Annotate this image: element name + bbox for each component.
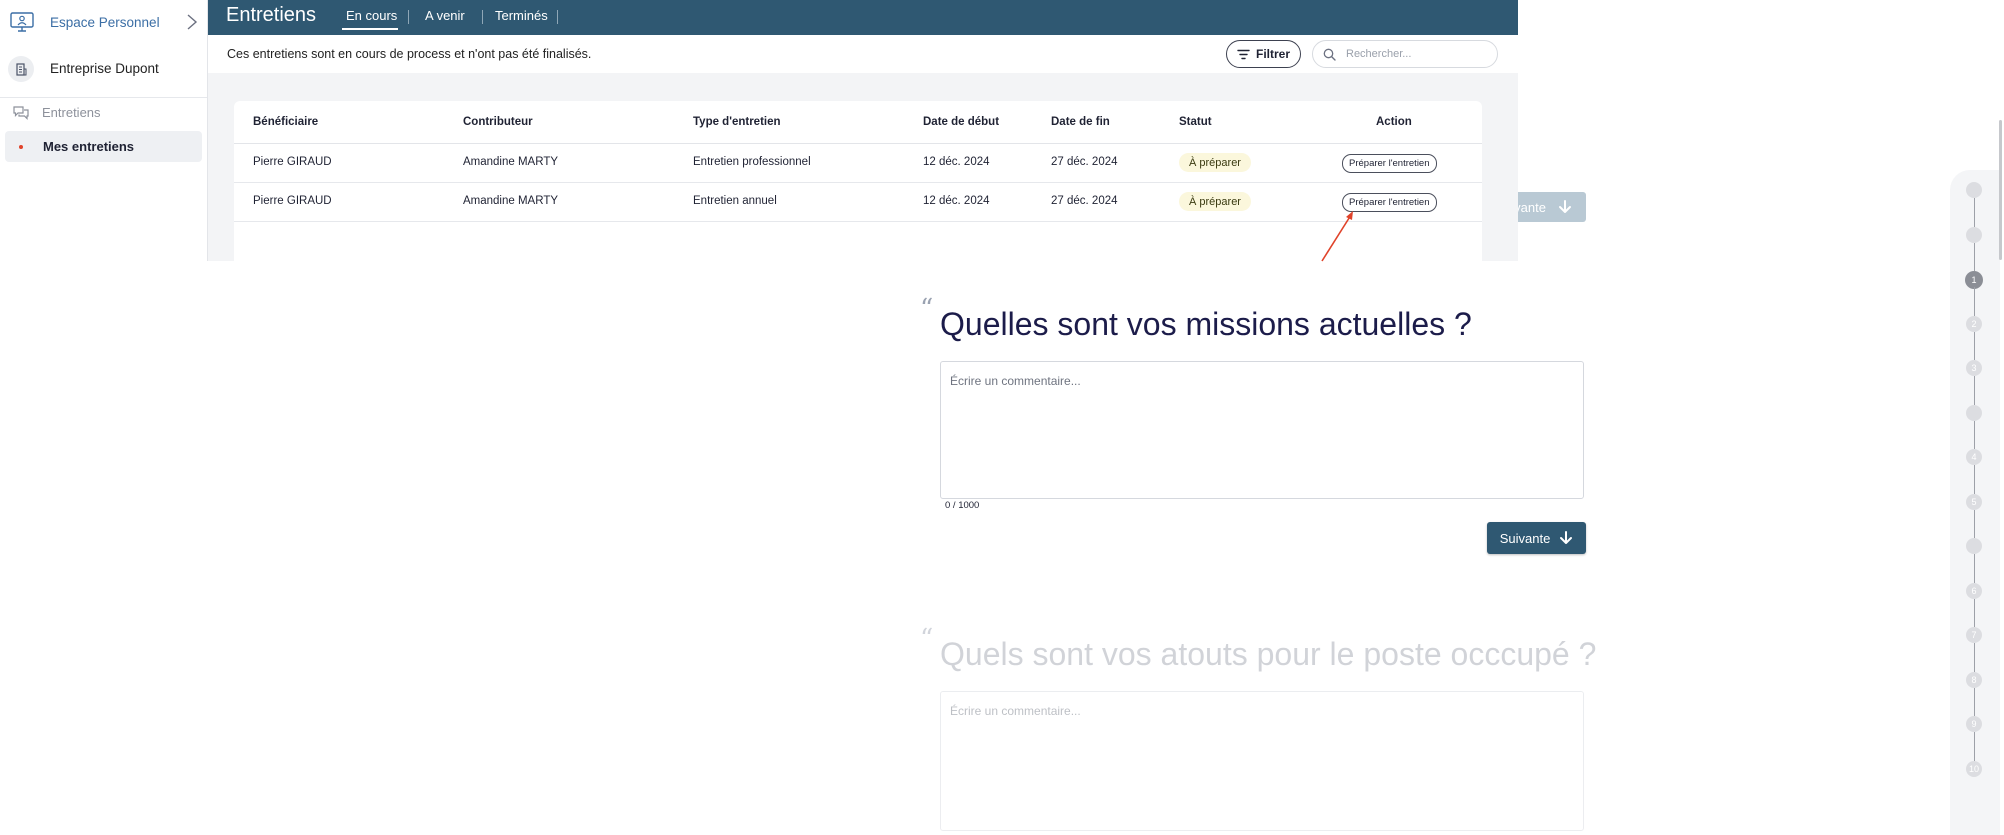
filter-icon <box>1237 49 1250 59</box>
cell-contributor: Amandine MARTY <box>463 195 559 207</box>
search-box[interactable] <box>1312 40 1498 68</box>
quote-icon: “ <box>920 294 934 324</box>
tab-a-venir[interactable]: A venir <box>425 8 465 23</box>
stepper-connector <box>1973 287 1975 316</box>
annotation-arrow-icon <box>1321 211 1353 262</box>
stepper-step[interactable]: 2 <box>1966 315 1982 332</box>
tab-separator <box>557 10 558 24</box>
stepper-connector <box>1973 643 1975 672</box>
stepper-step[interactable]: 7 <box>1966 627 1982 643</box>
tab-separator <box>408 10 409 24</box>
stepper-step[interactable] <box>1966 226 1982 243</box>
next-button-label: Suivante <box>1499 530 1551 546</box>
page-description: Ces entretiens sont en cours de process … <box>227 47 592 61</box>
stepper-connector <box>1973 687 1975 716</box>
table-row[interactable]: Pierre GIRAUD Amandine MARTY Entretien a… <box>234 183 1482 222</box>
active-tab-indicator <box>342 28 398 30</box>
column-header: Date de fin <box>1051 116 1110 128</box>
status-badge: À préparer <box>1179 192 1251 211</box>
cell-start-date: 12 déc. 2024 <box>923 156 990 168</box>
chat-bubbles-icon <box>13 106 29 120</box>
sidebar-item-label: Entretiens <box>42 105 101 120</box>
cell-end-date: 27 déc. 2024 <box>1051 156 1118 168</box>
active-dot <box>19 145 23 149</box>
stepper-step[interactable]: 4 <box>1966 449 1982 465</box>
stepper-connector <box>1973 598 1975 627</box>
column-header: Action <box>1376 116 1412 128</box>
stepper-connector <box>1973 242 1975 271</box>
stepper-step[interactable] <box>1966 404 1982 421</box>
cell-beneficiary: Pierre GIRAUD <box>253 156 332 168</box>
sidebar-item-label: Espace Personnel <box>50 15 160 30</box>
column-header: Bénéficiaire <box>253 116 319 128</box>
stepper-step[interactable]: 10 <box>1966 760 1982 777</box>
stepper-step[interactable]: 5 <box>1966 493 1982 510</box>
stepper-step[interactable]: 6 <box>1966 582 1982 599</box>
stepper-connector <box>1973 554 1975 583</box>
question-1-comment-field[interactable]: Écrire un commentaire... <box>940 361 1584 499</box>
cell-start-date: 12 déc. 2024 <box>923 195 990 207</box>
question-1-title: Quelles sont vos missions actuelles ? <box>940 306 1472 342</box>
cell-type: Entretien professionnel <box>693 156 811 168</box>
question-1-placeholder: Écrire un commentaire... <box>950 374 1081 388</box>
column-header: Type d'entretien <box>693 116 781 128</box>
scrollbar-thumb[interactable] <box>1999 120 2002 260</box>
sidebar-item-personal-space[interactable]: Espace Personnel <box>0 4 207 40</box>
sidebar-item-label: Mes entretiens <box>43 139 135 154</box>
sidebar-section-interviews[interactable]: Entretiens <box>0 101 207 125</box>
stepper-connector <box>1973 331 1975 360</box>
cell-beneficiary: Pierre GIRAUD <box>253 195 332 207</box>
stepper-connector <box>1973 420 1975 449</box>
column-header: Contributeur <box>463 116 533 128</box>
stepper-step[interactable]: 9 <box>1966 716 1982 732</box>
sidebar-item-company[interactable]: Entreprise Dupont <box>0 50 207 86</box>
table-row[interactable]: Pierre GIRAUD Amandine MARTY Entretien p… <box>234 144 1482 183</box>
search-icon <box>1323 48 1336 61</box>
cell-contributor: Amandine MARTY <box>463 156 559 168</box>
page-title: Entretiens <box>226 4 317 26</box>
status-badge: À préparer <box>1179 153 1251 172</box>
stepper-connector <box>1973 465 1975 494</box>
stepper-connector <box>1973 509 1975 538</box>
tab-en-cours[interactable]: En cours <box>346 8 397 23</box>
table-header: Bénéficiaire Contributeur Type d'entreti… <box>234 101 1482 144</box>
cell-end-date: 27 déc. 2024 <box>1051 195 1118 207</box>
interviews-window: Espace Personnel Entreprise Dupont Entre… <box>0 0 1518 261</box>
filter-button[interactable]: Filtrer <box>1226 40 1301 68</box>
stepper-connector <box>1973 198 1975 227</box>
column-header: Statut <box>1179 116 1212 128</box>
sidebar-item-label: Entreprise Dupont <box>50 61 159 76</box>
stepper-connector <box>1973 376 1975 405</box>
stepper-step[interactable] <box>1966 538 1982 554</box>
arrow-down-icon <box>1560 531 1573 544</box>
monitor-user-icon <box>10 12 34 32</box>
stepper-step[interactable]: 8 <box>1966 671 1982 688</box>
question-1-char-counter: 0 / 1000 <box>945 500 980 511</box>
stepper-connector <box>1973 732 1975 761</box>
header-bar: Entretiens En cours A venir Terminés <box>208 0 1518 35</box>
cell-type: Entretien annuel <box>693 195 777 207</box>
sidebar-divider <box>0 97 207 98</box>
prepare-interview-button[interactable]: Préparer l'entretien <box>1342 154 1437 173</box>
building-icon <box>8 56 34 82</box>
question-2-title: Quels sont vos atouts pour le poste occc… <box>940 636 1597 672</box>
sidebar-item-my-interviews[interactable]: Mes entretiens <box>5 131 202 162</box>
chevron-right-icon[interactable] <box>186 13 198 31</box>
sidebar: Espace Personnel Entreprise Dupont Entre… <box>0 0 208 261</box>
next-button[interactable]: Suivante <box>1487 522 1586 554</box>
search-input[interactable] <box>1344 47 1488 61</box>
question-2-placeholder: Écrire un commentaire... <box>950 704 1081 718</box>
quote-icon: “ <box>920 624 934 654</box>
column-header: Date de début <box>923 116 1000 128</box>
stepper-step[interactable]: 3 <box>1966 360 1982 376</box>
stepper-step[interactable] <box>1966 182 1982 198</box>
arrow-down-icon <box>1559 200 1571 213</box>
question-2-comment-field[interactable]: Écrire un commentaire... <box>940 691 1584 831</box>
interviews-table: Bénéficiaire Contributeur Type d'entreti… <box>234 101 1482 261</box>
filter-button-label: Filtrer <box>1255 47 1290 61</box>
tab-termines[interactable]: Terminés <box>495 8 548 23</box>
tab-separator <box>482 10 483 24</box>
